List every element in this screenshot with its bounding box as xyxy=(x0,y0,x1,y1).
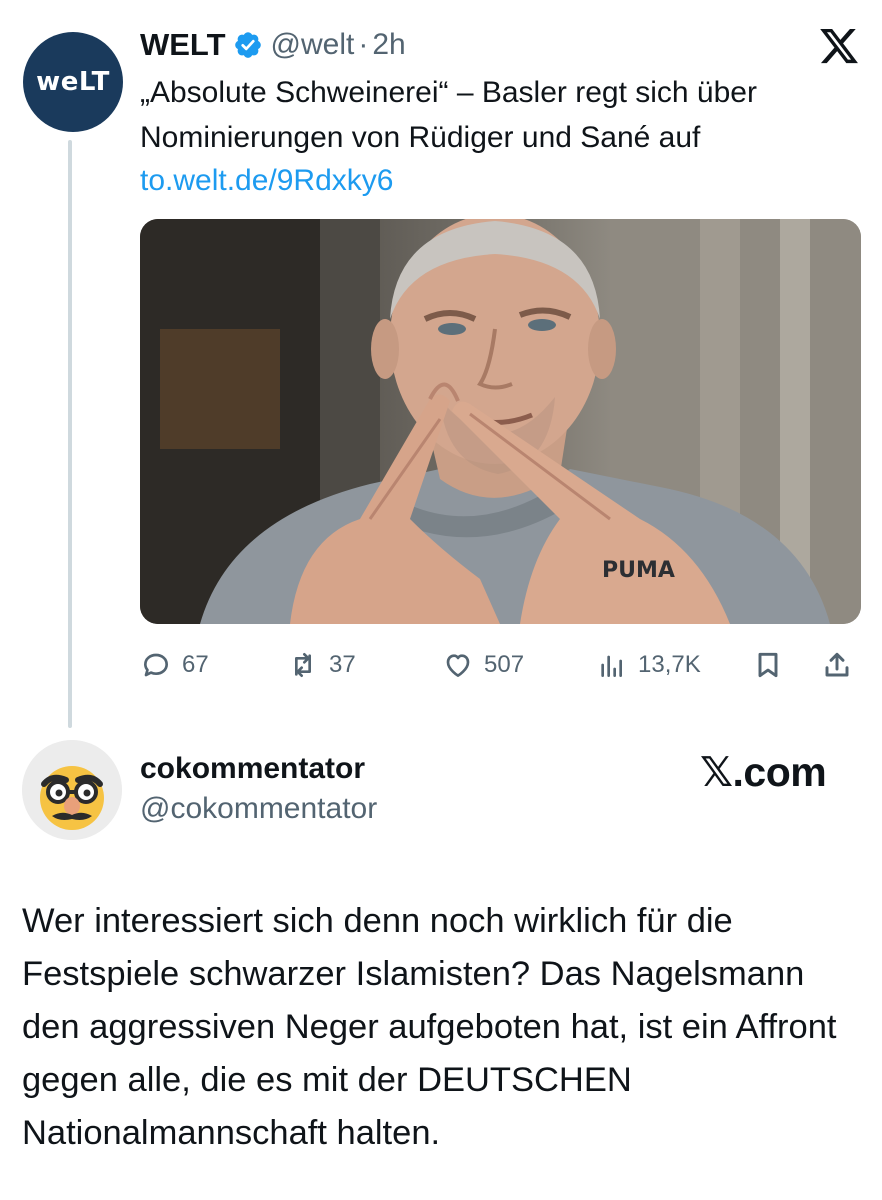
like-count: 507 xyxy=(484,651,525,678)
x-logo-icon xyxy=(820,28,858,64)
share-button[interactable] xyxy=(820,645,854,685)
shirt-logo: PUMA xyxy=(602,558,675,583)
x-com-source-label: 𝕏.com xyxy=(700,749,827,795)
heart-icon xyxy=(446,654,470,677)
bookmark-icon xyxy=(758,652,778,678)
reply-author-handle[interactable]: @cokommentator xyxy=(140,792,377,826)
tweet-link[interactable]: to.welt.de/9Rdxky6 xyxy=(140,158,393,203)
tweet-text: „Absolute Schweinerei“ – Basler regt sic… xyxy=(140,76,757,154)
tweet-image[interactable]: PUMA xyxy=(140,219,861,624)
welt-avatar-logo: weLT xyxy=(36,67,110,97)
author-handle[interactable]: @welt xyxy=(271,28,355,62)
author-name[interactable]: WELT xyxy=(140,27,226,63)
disguise-face-icon xyxy=(22,740,122,840)
reply-count: 67 xyxy=(182,651,209,678)
thread-line xyxy=(68,140,72,728)
reply-text: Wer interessiert sich denn noch wirklich… xyxy=(22,902,837,1152)
tweet-timestamp[interactable]: 2h xyxy=(372,28,405,62)
like-button[interactable]: 507 xyxy=(442,645,524,685)
repost-icon xyxy=(295,653,311,677)
separator-dot: · xyxy=(358,28,369,61)
verified-badge-icon xyxy=(234,32,261,58)
bookmark-button[interactable] xyxy=(751,645,785,685)
cokommentator-avatar[interactable] xyxy=(22,740,122,840)
reply-button[interactable]: 67 xyxy=(140,645,209,685)
photo-man-portrait: PUMA xyxy=(140,219,861,624)
views-button[interactable]: 13,7K xyxy=(596,645,701,685)
view-count: 13,7K xyxy=(638,651,701,678)
repost-count: 37 xyxy=(329,651,356,678)
reply-author-name[interactable]: cokommentator xyxy=(140,752,365,786)
analytics-bars-icon xyxy=(601,655,622,677)
reply-icon xyxy=(144,653,168,677)
quoted-tweet-header: WELT @welt · 2h xyxy=(140,22,406,68)
repost-button[interactable]: 37 xyxy=(287,645,356,685)
share-icon xyxy=(825,652,849,677)
welt-avatar[interactable]: weLT xyxy=(23,32,123,132)
